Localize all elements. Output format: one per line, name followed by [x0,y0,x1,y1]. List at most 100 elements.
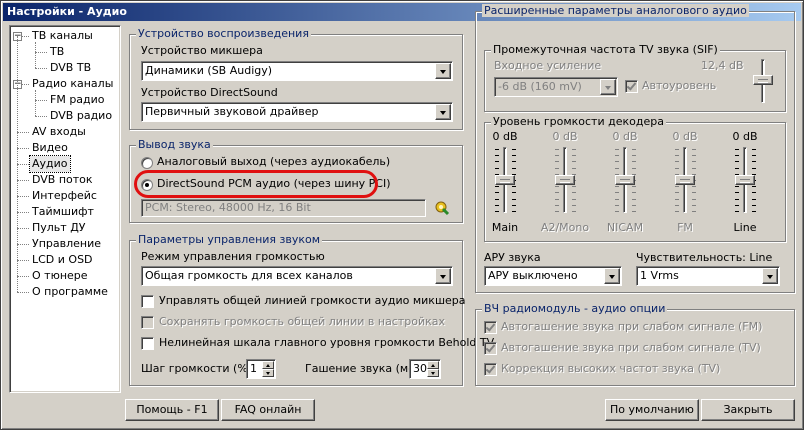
save-volume-label[interactable]: Сохранять громкость общей линии в настро… [159,315,445,328]
defaults-button[interactable]: По умолчанию [605,399,699,421]
volume-mode-select[interactable]: Общая громкость для всех каналов [141,266,453,286]
slider-tick [692,155,696,157]
settings-window: Настройки - Аудио ТВ каналы − ТВ DVB ТВ Ради… [0,0,804,430]
tree-item[interactable]: Радио каналы [30,76,115,92]
volume-mode-value: Общая громкость для всех каналов [145,269,353,282]
channel-slider-thumb[interactable] [735,175,755,185]
chevron-down-icon[interactable] [435,104,451,120]
red-highlight-annotation [134,170,378,198]
volume-step-spinner[interactable]: 1 [246,359,276,379]
channel-level-value: 0 dB [672,130,698,143]
analog-group: Расширенные параметры аналогового аудио … [475,4,795,293]
chevron-down-icon[interactable] [600,79,616,95]
input-gain-select[interactable]: -6 dB (160 mV) [494,77,618,97]
tree-item[interactable]: DVB радио [48,108,114,124]
chevron-down-icon[interactable] [435,268,451,284]
mixer-line-label[interactable]: Управлять общей линией громкости аудио м… [159,294,466,307]
slider-tick [735,161,739,163]
settings-tree[interactable]: ТВ каналы − ТВ DVB ТВ Радио каналы − FM радио D… [9,25,121,393]
sif-group-title: Промежуточная частота TV звука (SIF) [491,43,720,56]
hf-correction-checkbox[interactable] [484,363,497,376]
chevron-down-icon[interactable] [604,268,620,284]
channel-slider-thumb[interactable] [495,175,515,185]
auto-level-label[interactable]: Автоуровень [642,79,716,92]
tree-item[interactable]: FM радио [48,92,107,108]
slider-tick [692,204,696,206]
tree-item[interactable]: Аудио [29,155,71,173]
close-button[interactable]: Закрыть [701,399,795,421]
mixer-line-checkbox[interactable] [141,295,154,308]
nonlinear-scale-checkbox[interactable] [141,337,154,350]
tree-item[interactable]: Видео [30,140,70,156]
auto-mute-fm-label[interactable]: Автогашение звука при слабом сигнале (FM… [501,320,762,333]
save-volume-checkbox[interactable] [141,316,154,329]
tree-connector [35,68,47,69]
slider-tick [512,211,516,212]
tree-item[interactable]: LCD и OSD [30,252,95,268]
slider-tick [692,186,696,188]
slider-tick [572,186,576,188]
tree-item[interactable]: О тюнере [30,268,90,284]
help-button[interactable]: Помощь - F1 [125,399,219,421]
tree-item[interactable]: Пульт ДУ [30,220,88,236]
slider-tick [495,167,499,169]
tree-item[interactable]: Управление [30,236,103,252]
chevron-down-icon[interactable] [435,63,451,79]
tree-item[interactable]: О программе [30,284,110,300]
slider-tick [632,192,636,194]
slider-tick [512,186,516,188]
auto-mute-tv-label[interactable]: Автогашение звука при слабом сигнале (TV… [501,341,761,354]
slider-tick [735,198,739,200]
tree-item[interactable]: ТВ [48,44,66,60]
tree-connector [17,292,29,293]
nonlinear-scale-label[interactable]: Нелинейная шкала главного уровня громкос… [159,336,494,349]
spin-down-icon[interactable] [427,369,439,377]
tree-connector [17,132,29,133]
sif-slider-thumb[interactable] [753,75,773,85]
slider-tick [632,149,636,150]
directsound-select-value: Первичный звуковой драйвер [145,105,319,118]
fade-spinner[interactable]: 300 [409,359,441,379]
slider-tick [735,186,739,188]
analog-output-label[interactable]: Аналоговый выход (через аудиокабель) [157,155,390,168]
tree-item[interactable]: AV входы [30,124,88,140]
tree-item[interactable]: Интерфейс [30,188,99,204]
tree-item[interactable]: DVB ТВ [48,60,93,76]
chevron-down-icon[interactable] [762,268,778,284]
auto-mute-fm-checkbox[interactable] [484,321,497,334]
spin-up-icon[interactable] [427,361,439,369]
slider-tick [555,192,559,194]
slider-tick [692,192,696,194]
channel-name: Line [733,221,757,234]
tree-item[interactable]: ТВ каналы [30,28,95,44]
mixer-select[interactable]: Динамики (SB Audigy) [141,61,453,81]
slider-tick [615,167,619,169]
faq-button[interactable]: FAQ онлайн [221,399,315,421]
slider-tick [752,186,756,188]
agc-select[interactable]: АРУ выключено [484,266,622,286]
channel-slider-thumb[interactable] [675,175,695,185]
analog-output-radio[interactable] [141,157,153,169]
spin-up-icon[interactable] [262,361,274,369]
tree-connector [35,100,47,101]
sensitivity-select[interactable]: 1 Vrms [636,266,780,286]
slider-tick [495,155,499,157]
hf-correction-label[interactable]: Коррекция высоких частот звука (TV) [501,362,720,375]
slider-tick [495,211,499,212]
slider-tick [752,155,756,157]
channel-slider-thumb[interactable] [555,175,575,185]
auto-level-checkbox[interactable] [625,80,638,93]
channel-slider-thumb[interactable] [615,175,635,185]
refresh-icon[interactable] [434,200,450,216]
tree-item[interactable]: DVB поток [30,172,95,188]
tree-connector [17,244,29,245]
output-group: Вывод звука Аналоговый выход (через ауди… [129,138,463,223]
agc-label: АРУ звука [484,251,541,264]
channel-name: Main [491,221,519,234]
auto-mute-tv-checkbox[interactable] [484,342,497,355]
directsound-select[interactable]: Первичный звуковой драйвер [141,102,453,122]
tree-item[interactable]: Таймшифт [30,204,96,220]
rf-group: ВЧ радиомодуль - аудио опции Автогашение… [475,302,795,386]
slider-tick [615,204,619,206]
spin-down-icon[interactable] [262,369,274,377]
